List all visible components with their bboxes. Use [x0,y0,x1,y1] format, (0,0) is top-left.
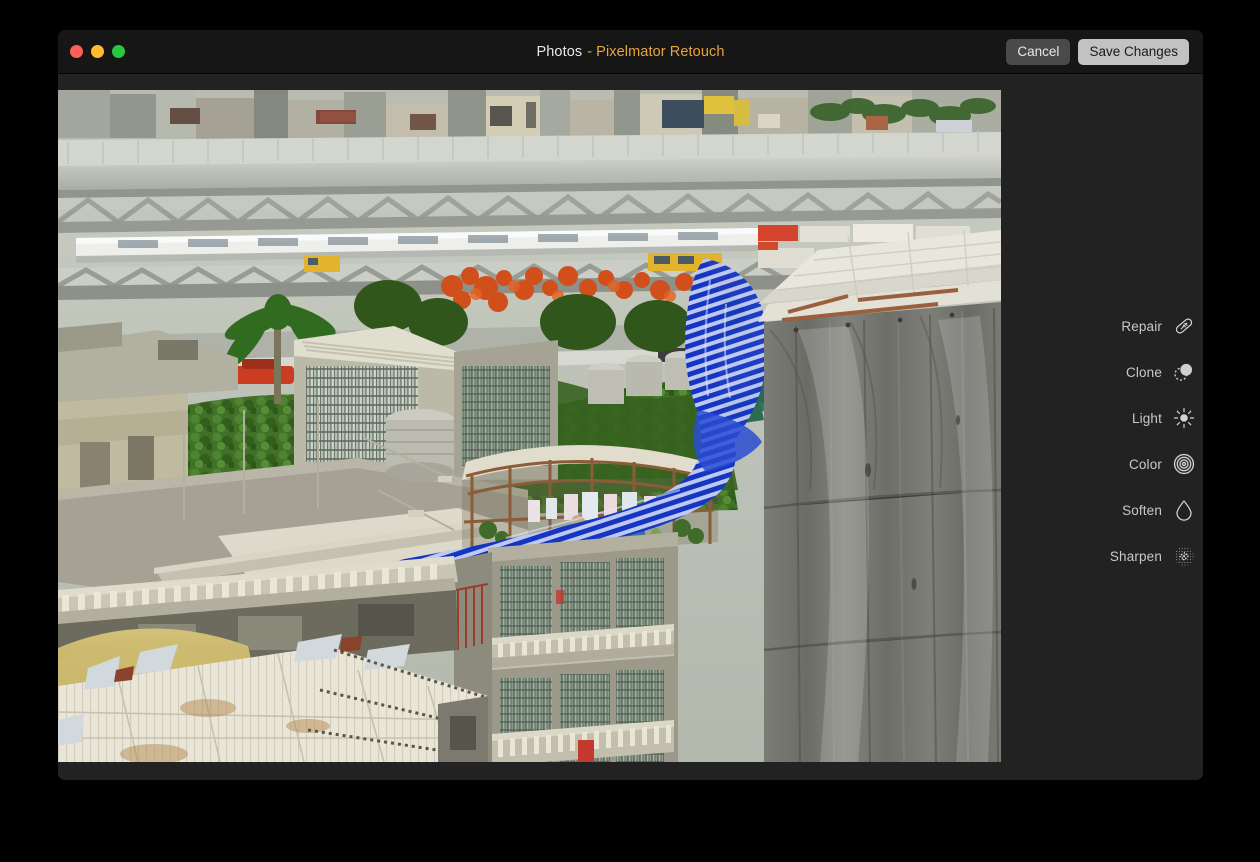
tool-clone-label: Clone [1125,364,1162,380]
retouch-tools-panel: Repair Clone Light Color Soften Sharpen [1085,303,1195,579]
close-button[interactable] [70,45,83,58]
window-title-separator: - [587,44,593,60]
droplet-icon [1173,499,1195,521]
titlebar-actions: Cancel Save Changes [1006,39,1189,65]
cancel-button[interactable]: Cancel [1006,39,1071,65]
tool-soften[interactable]: Soften [1085,487,1195,533]
maximize-button[interactable] [112,45,125,58]
screen: Photos - Pixelmator Retouch Cancel Save … [0,0,1260,862]
app-window: Photos - Pixelmator Retouch Cancel Save … [58,30,1203,780]
window-titlebar: Photos - Pixelmator Retouch Cancel Save … [58,30,1203,74]
bandage-icon [1173,315,1195,337]
tool-light[interactable]: Light [1085,395,1195,441]
tool-repair-label: Repair [1121,318,1162,334]
tool-sharpen[interactable]: Sharpen [1085,533,1195,579]
tool-clone[interactable]: Clone [1085,349,1195,395]
clone-stamp-icon [1173,361,1195,383]
photo-canvas[interactable] [58,90,1001,762]
tool-sharpen-label: Sharpen [1109,548,1162,564]
sun-icon [1173,407,1195,429]
tool-repair[interactable]: Repair [1085,303,1195,349]
stipple-circle-icon [1173,545,1195,567]
tool-soften-label: Soften [1122,502,1162,518]
window-title-document: Pixelmator Retouch [596,44,725,60]
save-changes-button[interactable]: Save Changes [1078,39,1189,65]
tool-color-label: Color [1128,456,1162,472]
editor-content: Repair Clone Light Color Soften Sharpen [58,75,1203,780]
minimize-button[interactable] [91,45,104,58]
tool-color[interactable]: Color [1085,441,1195,487]
window-title-app: Photos [536,44,583,60]
traffic-light-group [70,45,125,58]
tool-light-label: Light [1131,410,1162,426]
concentric-circles-icon [1173,453,1195,475]
